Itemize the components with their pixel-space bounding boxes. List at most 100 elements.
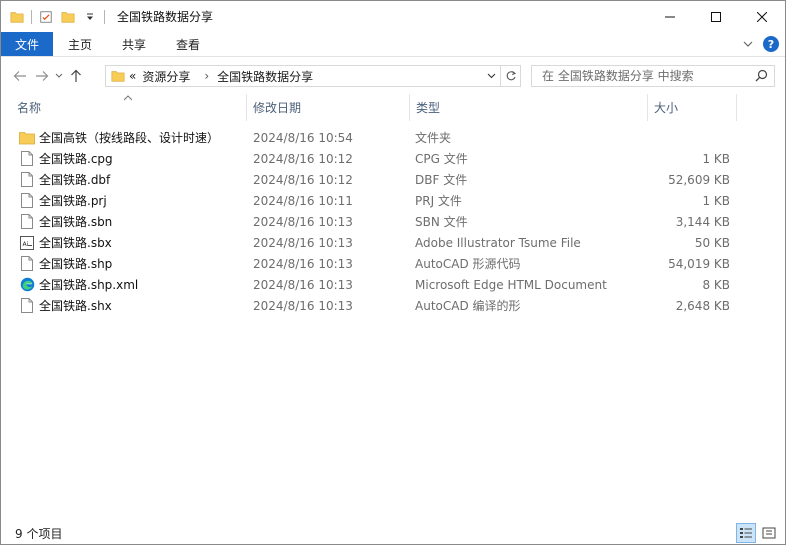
arrow-left-icon — [13, 71, 26, 81]
file-row[interactable]: 全国铁路.shp.xml 2024/8/16 10:13 Microsoft Edg… — [1, 274, 785, 295]
item-count: 9 个项目 — [15, 526, 63, 541]
file-name: 全国铁路.prj — [39, 194, 107, 208]
file-name-cell: 全国铁路.dbf — [19, 169, 110, 190]
file-type: Microsoft Edge HTML Document — [415, 277, 607, 292]
file-type: Adobe Illustrator Tsume File — [415, 235, 581, 250]
file-type: DBF 文件 — [415, 173, 468, 187]
column-size[interactable]: 大小 — [648, 94, 736, 121]
file-type: 文件夹 — [415, 131, 452, 145]
file-date: 2024/8/16 10:12 — [253, 151, 353, 166]
details-view-button[interactable] — [736, 523, 756, 543]
file-name-cell: 全国铁路.shp.xml — [19, 274, 138, 295]
details-view-icon — [740, 528, 752, 538]
new-folder-icon[interactable] — [60, 9, 76, 25]
tab-view[interactable]: 查看 — [161, 32, 215, 56]
breadcrumb-item[interactable]: 全国铁路数据分享 — [217, 68, 313, 85]
up-button[interactable] — [65, 65, 87, 87]
file-date: 2024/8/16 10:13 — [253, 235, 353, 250]
recent-locations-button[interactable] — [53, 65, 65, 87]
svg-text:Ai: Ai — [23, 241, 29, 248]
address-bar[interactable]: « 资源分享 › 全国铁路数据分享 — [105, 65, 521, 87]
file-date: 2024/8/16 10:13 — [253, 277, 353, 292]
title-bar: 全国铁路数据分享 — [1, 1, 785, 32]
file-name-cell: 全国高铁（按线路段、设计时速） — [19, 127, 219, 148]
file-date: 2024/8/16 10:11 — [253, 193, 353, 208]
file-size: 8 KB — [702, 277, 730, 292]
help-icon[interactable]: ? — [763, 36, 779, 52]
file-row[interactable]: 全国高铁（按线路段、设计时速） 2024/8/16 10:54 文件夹 — [1, 127, 785, 148]
chevron-down-icon — [487, 73, 495, 79]
file-row[interactable]: 全国铁路.shx 2024/8/16 10:13 AutoCAD 编译的形 2,648… — [1, 295, 785, 316]
file-row[interactable]: 全国铁路.sbn 2024/8/16 10:13 SBN 文件 3,144 KB — [1, 211, 785, 232]
file-name-cell: 全国铁路.shx — [19, 295, 112, 316]
file-name: 全国铁路.sbx — [39, 236, 112, 250]
file-row[interactable]: 全国铁路.shp 2024/8/16 10:13 AutoCAD 形源代码 54,01… — [1, 253, 785, 274]
status-bar: 9 个项目 — [1, 522, 785, 544]
arrow-right-icon — [36, 71, 49, 81]
minimize-button[interactable] — [647, 1, 693, 32]
forward-button[interactable] — [31, 65, 53, 87]
folder-icon — [111, 69, 125, 83]
file-name-cell: 全国铁路.cpg — [19, 148, 113, 169]
file-name: 全国铁路.sbn — [39, 215, 113, 229]
file-row[interactable]: Ai 全国铁路.sbx 2024/8/16 10:13 Adobe Illustrat… — [1, 232, 785, 253]
file-type: AutoCAD 编译的形 — [415, 299, 521, 313]
file-name: 全国高铁（按线路段、设计时速） — [39, 131, 220, 145]
file-name-cell: Ai 全国铁路.sbx — [19, 232, 112, 253]
search-icon[interactable] — [755, 69, 768, 85]
file-name-cell: 全国铁路.shp — [19, 253, 112, 274]
file-row[interactable]: 全国铁路.prj 2024/8/16 10:11 PRJ 文件 1 KB — [1, 190, 785, 211]
file-size: 52,609 KB — [668, 172, 730, 187]
tab-file[interactable]: 文件 — [1, 32, 54, 56]
file-type: AutoCAD 形源代码 — [415, 257, 521, 271]
illustrator-file-icon: Ai — [19, 235, 35, 251]
column-type[interactable]: 类型 — [410, 94, 647, 121]
column-date-modified[interactable]: 修改日期 — [247, 94, 409, 121]
edge-icon — [19, 277, 35, 293]
close-button[interactable] — [739, 1, 785, 32]
column-header: 名称 修改日期 类型 大小 — [1, 94, 785, 121]
navigation-bar: « 资源分享 › 全国铁路数据分享 — [1, 58, 785, 94]
file-row[interactable]: 全国铁路.dbf 2024/8/16 10:12 DBF 文件 52,609 KB — [1, 169, 785, 190]
refresh-icon — [506, 71, 516, 81]
file-date: 2024/8/16 10:13 — [253, 298, 353, 313]
address-dropdown-button[interactable] — [484, 69, 498, 83]
ribbon-tabs: 文件 主页 共享 查看 ? — [1, 32, 785, 57]
back-button[interactable] — [9, 65, 31, 87]
file-date: 2024/8/16 10:13 — [253, 214, 353, 229]
tab-share[interactable]: 共享 — [107, 32, 161, 56]
search-box — [531, 65, 775, 87]
tab-home[interactable]: 主页 — [53, 32, 107, 56]
file-size: 1 KB — [702, 193, 730, 208]
explorer-window: 全国铁路数据分享 文件 主页 共享 查看 ? « 资源分享 › 全国铁路数据分享… — [0, 0, 786, 545]
maximize-icon — [711, 11, 721, 22]
file-icon — [19, 298, 35, 314]
file-icon — [19, 256, 35, 272]
customize-toolbar-icon[interactable] — [82, 9, 98, 25]
folder-icon — [9, 9, 25, 25]
properties-icon[interactable] — [38, 9, 54, 25]
file-date: 2024/8/16 10:13 — [253, 256, 353, 271]
breadcrumb-overflow[interactable]: « — [129, 69, 136, 83]
quick-access-toolbar — [1, 1, 111, 32]
column-name[interactable]: 名称 — [11, 94, 246, 121]
file-name-cell: 全国铁路.prj — [19, 190, 107, 211]
file-size: 1 KB — [702, 151, 730, 166]
expand-ribbon-icon[interactable] — [743, 37, 753, 51]
minimize-icon — [665, 16, 675, 17]
refresh-button[interactable] — [500, 66, 520, 86]
file-row[interactable]: 全国铁路.cpg 2024/8/16 10:12 CPG 文件 1 KB — [1, 148, 785, 169]
breadcrumb-item[interactable]: 资源分享 — [142, 68, 190, 85]
close-icon — [757, 11, 767, 22]
file-icon — [19, 172, 35, 188]
large-icons-view-button[interactable] — [759, 523, 779, 543]
file-name: 全国铁路.shp.xml — [39, 278, 139, 292]
search-input[interactable] — [542, 67, 752, 85]
window-title: 全国铁路数据分享 — [117, 10, 214, 24]
file-icon — [19, 151, 35, 167]
file-date: 2024/8/16 10:54 — [253, 130, 353, 145]
file-type: CPG 文件 — [415, 152, 468, 166]
maximize-button[interactable] — [693, 1, 739, 32]
file-size: 2,648 KB — [675, 298, 730, 313]
file-name: 全国铁路.cpg — [39, 152, 113, 166]
